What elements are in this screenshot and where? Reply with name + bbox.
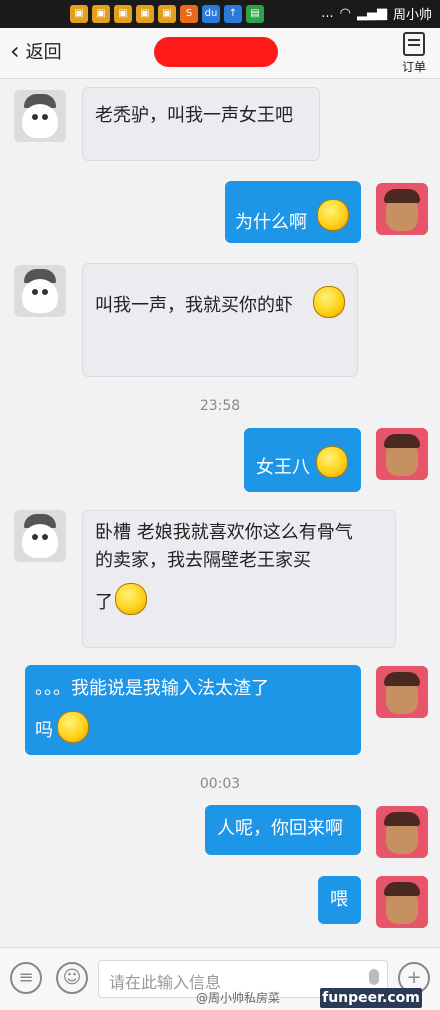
message-bubble-incoming[interactable]: 老秃驴，叫我一声女王吧 xyxy=(82,87,320,161)
seller-avatar[interactable] xyxy=(14,90,66,142)
notification-icon: ▣ xyxy=(158,5,176,23)
seller-avatar[interactable] xyxy=(14,265,66,317)
message-bubble-incoming[interactable]: 叫我一声，我就买你的虾 xyxy=(82,263,358,377)
message-text: 喂 xyxy=(330,889,348,910)
my-avatar[interactable] xyxy=(376,183,428,235)
timestamp: 00:03 xyxy=(199,776,241,792)
message-text: 女王八 xyxy=(256,457,310,478)
seller-avatar[interactable] xyxy=(14,510,66,562)
overflow-dots: ... xyxy=(321,6,334,21)
back-label: 返回 xyxy=(25,42,62,63)
chat-header: ‹ 返回 订单 xyxy=(0,28,440,79)
grin-emoji-icon xyxy=(115,583,147,615)
message-text: 老秃驴，叫我一声女王吧 xyxy=(95,105,293,126)
message-bubble-incoming[interactable]: 卧槽 老娘我就喜欢你这么有骨气 的卖家，我去隔壁老王家买 了 xyxy=(82,510,396,648)
signal-icon: ▂▄▆ xyxy=(356,6,387,21)
laughing-emoji-icon xyxy=(316,446,348,478)
back-chevron-icon: ‹ xyxy=(10,37,20,65)
wifi-icon: ◠ xyxy=(339,6,351,21)
message-bubble-outgoing[interactable]: 。。。我能说是我输入法太渣了 吗 xyxy=(25,665,361,755)
message-text: 叫我一声，我就买你的虾 xyxy=(95,295,293,316)
message-bubble-outgoing[interactable]: 人呢，你回来啊 xyxy=(205,805,361,855)
site-badge: funpeer.com xyxy=(320,988,422,1008)
notification-icon: du xyxy=(202,5,220,23)
carrier-name: 周小帅 xyxy=(392,8,432,23)
message-bubble-outgoing[interactable]: 喂 xyxy=(318,876,361,924)
message-bubble-outgoing[interactable]: 为什么啊 xyxy=(225,181,361,243)
message-text-line: 的卖家，我去隔壁老王家买 xyxy=(95,550,311,571)
redacted-contact-name xyxy=(154,37,278,67)
my-avatar[interactable] xyxy=(376,876,428,928)
timestamp: 23:58 xyxy=(199,398,241,414)
notification-icon: ▣ xyxy=(136,5,154,23)
message-text: 为什么啊 xyxy=(235,212,307,233)
back-button[interactable]: ‹ 返回 xyxy=(10,38,62,64)
my-avatar[interactable] xyxy=(376,428,428,480)
laughing-emoji-icon xyxy=(317,199,349,231)
notification-icon: ▤ xyxy=(246,5,264,23)
order-button[interactable]: 订单 xyxy=(402,32,426,75)
notification-icons: ▣ ▣ ▣ ▣ ▣ S du ↑ ▤ xyxy=(70,5,264,23)
message-bubble-outgoing[interactable]: 女王八 xyxy=(244,428,361,492)
watermark: @周小帅私房菜 xyxy=(196,991,281,1005)
comment-icon[interactable]: ≡ xyxy=(10,962,42,994)
notification-icon: ▣ xyxy=(92,5,110,23)
message-text-line: 。。。我能说是我输入法太渣了 xyxy=(35,678,269,699)
order-icon xyxy=(402,32,425,56)
mic-icon[interactable] xyxy=(369,969,379,985)
emoji-icon[interactable]: ☺ xyxy=(56,962,88,994)
message-text-line: 卧槽 老娘我就喜欢你这么有骨气 xyxy=(95,522,353,543)
order-label: 订单 xyxy=(401,60,426,74)
message-text-line: 了 xyxy=(95,592,113,613)
my-avatar[interactable] xyxy=(376,806,428,858)
my-avatar[interactable] xyxy=(376,666,428,718)
notification-icon: ▣ xyxy=(114,5,132,23)
notification-icon: ↑ xyxy=(224,5,242,23)
smirk-emoji-icon xyxy=(313,286,345,318)
message-text: 人呢，你回来啊 xyxy=(217,818,343,839)
notification-icon: S xyxy=(180,5,198,23)
status-right: ... ◠ ▂▄▆ 周小帅 xyxy=(321,4,432,23)
message-text-line: 吗 xyxy=(35,720,53,741)
sweat-emoji-icon xyxy=(57,711,89,743)
status-bar: ▣ ▣ ▣ ▣ ▣ S du ↑ ▤ ... ◠ ▂▄▆ 周小帅 xyxy=(0,0,440,28)
notification-icon: ▣ xyxy=(70,5,88,23)
